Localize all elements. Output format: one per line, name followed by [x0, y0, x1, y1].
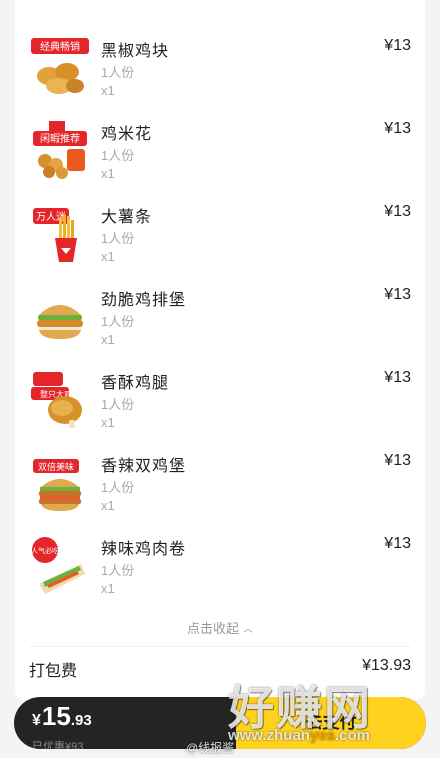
wrap-icon: 人气必吃: [29, 534, 91, 596]
item-quantity: x1: [101, 498, 115, 513]
collapse-button[interactable]: 点击收起 ︿: [15, 618, 425, 637]
item-price: ¥13: [384, 203, 411, 220]
double-burger-icon: 双倍美味: [29, 451, 91, 513]
drumstick-icon: 整只大鸡腿: [29, 368, 91, 430]
currency-symbol: ¥: [32, 712, 41, 729]
nuggets-icon: 经典畅销: [29, 36, 91, 98]
item-price: ¥13: [384, 286, 411, 303]
item-spec: 1人份: [101, 314, 135, 329]
item-name: 劲脆鸡排堡: [101, 292, 187, 309]
item-quantity: x1: [101, 415, 115, 430]
popcorn-chicken-icon: 闲暇推荐: [29, 119, 91, 181]
discount-text: 已优惠¥93: [32, 741, 84, 749]
item-price: ¥13: [384, 120, 411, 137]
item-badge: 双倍美味: [38, 461, 74, 473]
item-badge: 人气必吃: [31, 546, 59, 555]
item-spec: 1人份: [101, 397, 135, 412]
divider: [29, 646, 411, 647]
item-spec: 1人份: [101, 65, 135, 80]
item-quantity: x1: [101, 332, 115, 347]
item-quantity: x1: [101, 249, 115, 264]
fries-icon: 万人迷: [29, 202, 91, 264]
order-item: 双倍美味 香辣双鸡堡 1人份 x1 ¥13: [15, 447, 425, 530]
total-decimal: .93: [70, 712, 92, 729]
item-name: 香酥鸡腿: [101, 375, 170, 392]
item-spec: 1人份: [101, 231, 135, 246]
item-badge: 经典畅销: [40, 40, 80, 53]
order-item: 人气必吃 辣味鸡肉卷 1人份 x1 ¥13: [15, 530, 425, 613]
order-item: 劲脆鸡排堡 1人份 x1 ¥13: [15, 281, 425, 364]
order-item: 闲暇推荐 鸡米花 1人份 x1 ¥13: [15, 115, 425, 198]
chevron-up-icon: ︿: [243, 624, 253, 635]
item-name: 黑椒鸡块: [101, 43, 170, 60]
item-name: 香辣双鸡堡: [101, 458, 187, 475]
item-badge: 闲暇推荐: [40, 132, 80, 145]
item-price: ¥13: [384, 452, 411, 469]
watermark-url: www.zhuanyes.com: [228, 727, 370, 744]
burger-icon: [29, 285, 91, 347]
order-item: 万人迷 大薯条 1人份 x1 ¥13: [15, 198, 425, 281]
item-quantity: x1: [101, 166, 115, 181]
collapse-label: 点击收起: [186, 621, 239, 636]
packaging-fee-label: 打包费: [29, 663, 78, 680]
weibo-watermark: @线报酱: [186, 741, 235, 755]
item-spec: 1人份: [101, 563, 135, 578]
order-total: ¥15.93 已优惠¥93: [32, 703, 92, 749]
item-spec: 1人份: [101, 148, 135, 163]
order-item: 整只大鸡腿 香酥鸡腿 1人份 x1 ¥13: [15, 364, 425, 447]
item-price: ¥13: [384, 37, 411, 54]
item-name: 鸡米花: [101, 126, 153, 143]
item-quantity: x1: [101, 581, 115, 596]
item-spec: 1人份: [101, 480, 135, 495]
total-integer: 15: [41, 701, 71, 731]
item-quantity: x1: [101, 83, 115, 98]
item-name: 大薯条: [101, 209, 153, 226]
item-name: 辣味鸡肉卷: [101, 541, 187, 558]
order-item: 经典畅销 黑椒鸡块 1人份 x1 ¥13: [15, 32, 425, 115]
order-detail-card: 经典畅销 黑椒鸡块 1人份 x1 ¥13 闲暇推荐 鸡米花 1人份 x1 ¥13…: [15, 0, 425, 700]
item-price: ¥13: [384, 535, 411, 552]
item-price: ¥13: [384, 369, 411, 386]
